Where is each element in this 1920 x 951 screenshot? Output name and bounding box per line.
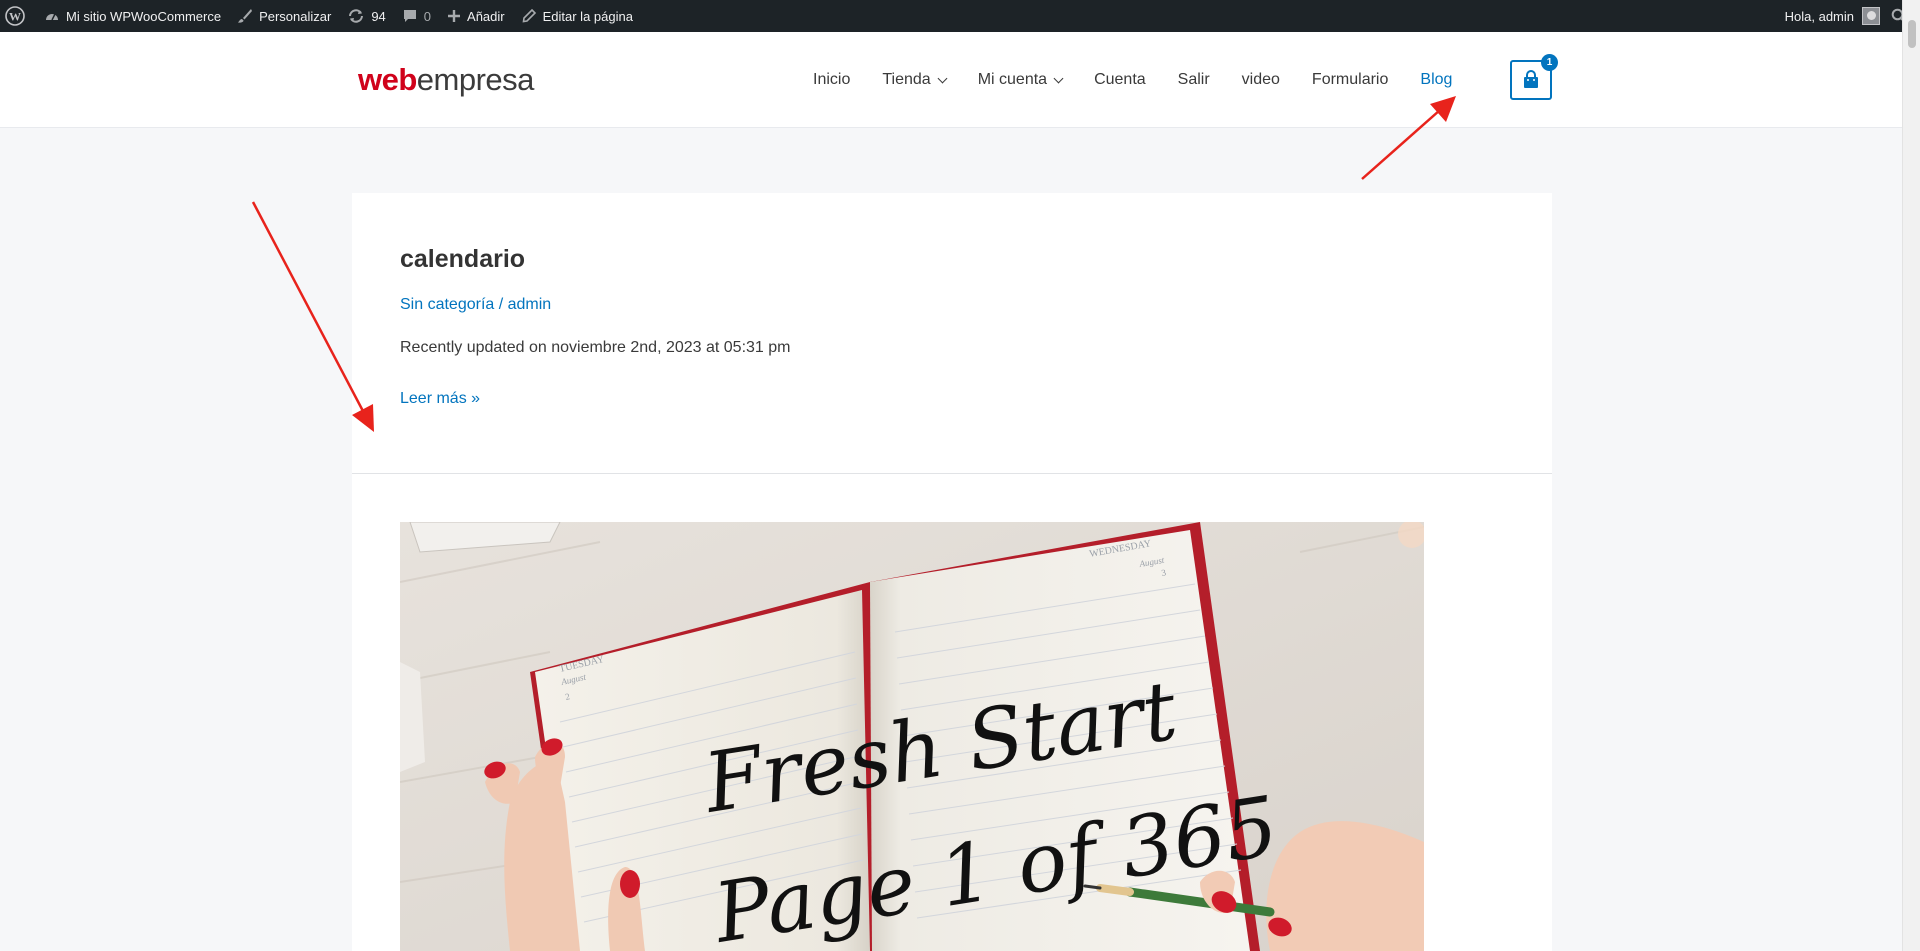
arrow-to-blog (1361, 96, 1456, 180)
arrow-to-post (251, 201, 374, 432)
annotation-arrows (251, 96, 1456, 432)
page-scrollbar[interactable] (1902, 0, 1920, 951)
scrollbar-thumb[interactable] (1908, 20, 1916, 48)
